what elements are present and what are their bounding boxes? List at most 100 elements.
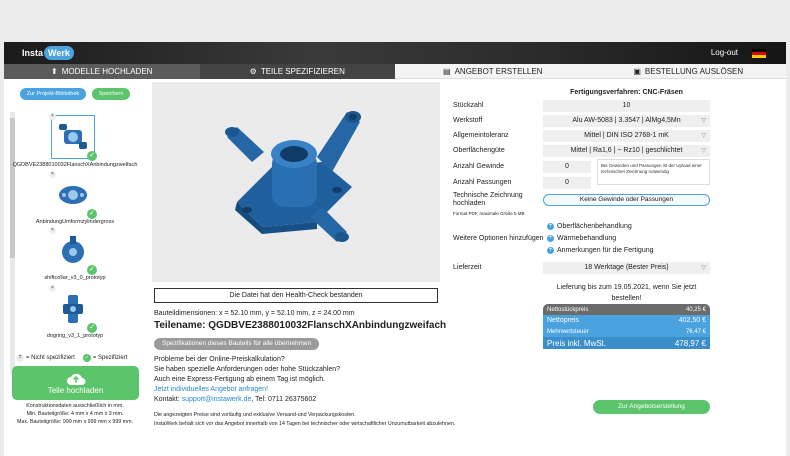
option-label: Anmerkungen für die Fertigung (557, 247, 654, 254)
app-frame: Insta Werk Log-out ⬆ MODELLE HOCHLADEN ⚙… (4, 42, 786, 456)
step-quote-label: ANGEBOT ERSTELLEN (454, 66, 543, 76)
specified-check-icon: ✓ (87, 323, 97, 333)
price-summary: Nettostückpreis 40,25 € Nettopreis 402,50 … (543, 304, 710, 349)
remove-part-icon[interactable]: × (49, 171, 56, 178)
disclaimer-2: InstaWerk behält sich vor das Angebot in… (154, 421, 456, 427)
specified-check-icon: ✓ (87, 265, 97, 275)
problem-text-3: Auch eine Express-Fertigung ab einem Tag… (154, 376, 326, 383)
chevron-down-icon: ▽ (701, 265, 706, 271)
individual-offer-link[interactable]: Jetzt individuelles Angebot anfragen! (154, 386, 268, 393)
support-email-link[interactable]: support@instawerk.de (182, 396, 252, 403)
plus-icon: + (547, 235, 554, 242)
step-order-label: BESTELLUNG AUSLÖSEN (644, 66, 744, 76)
price-value: 402,50 € (678, 317, 706, 324)
problem-text-2: Sie haben spezielle Anforderungen oder h… (154, 366, 341, 373)
upload-note-max: Max. Bauteilgröße: 999 mm x 999 mm x 999… (17, 419, 133, 425)
price-row-vat: Mehrwertsteuer 76,47 € (543, 326, 710, 337)
part-name-1[interactable]: QGDBVE2388010032FlanschXAnbindungzweifac… (4, 162, 146, 168)
option-manufacturing-notes[interactable]: + Anmerkungen für die Fertigung (547, 247, 654, 254)
surface-label: Oberflächengüte (453, 147, 505, 154)
remove-part-icon[interactable]: × (49, 227, 56, 234)
upload-note-units: Konstruktionsdaten ausschließlich in mm. (26, 403, 124, 409)
document-icon: ▤ (443, 66, 451, 76)
step-quote[interactable]: ▤ ANGEBOT ERSTELLEN (395, 64, 591, 79)
contact-phone: , Tel: 0711 26375602 (251, 396, 317, 403)
cloud-upload-icon (66, 373, 85, 385)
price-label: Mehrwertsteuer (547, 328, 589, 335)
threads-input[interactable]: 0 (543, 161, 591, 173)
upload-label: Teile hochladen (47, 385, 104, 395)
threads-label: Anzahl Gewinde (453, 163, 504, 170)
price-label: Preis inkl. MwSt. (547, 338, 607, 348)
legend-specified: = Spezifiziert (92, 355, 128, 361)
price-row-unit: Nettostückpreis 40,25 € (543, 304, 710, 315)
part-name-3[interactable]: shiftcollar_v3_0_prototyp (4, 275, 146, 281)
german-flag-icon[interactable] (752, 49, 766, 58)
step-navigation: ⬆ MODELLE HOCHLADEN ⚙ TEILE SPEZIFIZIERE… (4, 64, 786, 79)
option-heat-treatment[interactable]: + Wärmebehandlung (547, 235, 616, 242)
option-surface-treatment[interactable]: + Oberflächenbehandlung (547, 223, 632, 230)
logout-link[interactable]: Log-out (711, 48, 738, 57)
create-quote-button[interactable]: Zur Angebotserstellung (593, 400, 710, 414)
remove-part-icon[interactable]: × (49, 285, 56, 292)
part-name-4[interactable]: dogring_v3_1_prototyp (4, 333, 146, 339)
part-thumbnail-4[interactable]: × ✓ (49, 285, 97, 333)
remove-part-icon[interactable]: × (49, 113, 56, 120)
drawing-note: Format PDF, maximale Größe 5 MB (453, 211, 525, 216)
step-specify[interactable]: ⚙ TEILE SPEZIFIZIEREN (199, 64, 395, 79)
delivery-select[interactable]: 18 Werktage (Bester Preis) ▽ (543, 262, 710, 274)
tolerance-select[interactable]: Mittel | DIN ISO 2768-1 mK ▽ (543, 130, 710, 142)
material-select[interactable]: Alu AW-5083 | 3.3547 | AlMg4,5Mn ▽ (543, 115, 710, 127)
plus-icon: + (547, 247, 554, 254)
surface-select[interactable]: Mittel | Ra1,6 | ~ Rz10 | geschlichtet ▽ (543, 145, 710, 157)
chevron-down-icon: ▽ (701, 133, 706, 139)
disclaimer-1: Die angezeigten Preise sind vorläufig un… (154, 412, 356, 418)
logo-text-insta: Insta (22, 48, 44, 58)
scrollbar-thumb[interactable] (10, 118, 15, 258)
part-3d-render (225, 111, 361, 242)
option-label: Wärmebehandlung (557, 235, 617, 242)
drawing-label: Technische Zeichnung hochladen (453, 192, 523, 207)
specified-check-icon: ✓ (87, 151, 97, 161)
surface-value: Mittel | Ra1,6 | ~ Rz10 | geschlichtet (570, 147, 683, 154)
tolerance-value: Mittel | DIN ISO 2768-1 mK (584, 132, 669, 139)
part-title: Teilename: QGDBVE2388010032FlanschXAnbin… (154, 320, 447, 331)
price-label: Nettostückpreis (547, 306, 589, 313)
fits-input[interactable]: 0 (543, 177, 591, 189)
part-thumbnail-1[interactable]: × ✓ (49, 113, 97, 161)
parts-sidebar: Zur Projekt-Bibliothek Speichern × ✓ QGD… (4, 82, 146, 456)
material-value: Alu AW-5083 | 3.3547 | AlMg4,5Mn (572, 117, 681, 124)
apply-to-all-button[interactable]: Spezifikationen dieses Bauteils für alle… (154, 338, 320, 350)
part-thumbnail-3[interactable]: × ✓ (49, 227, 97, 275)
price-row-gross: Preis inkl. MwSt. 478,97 € (543, 337, 710, 349)
drawing-upload-button[interactable]: Keine Gewinde oder Passungen (543, 194, 710, 206)
upload-parts-button[interactable]: Teile hochladen (12, 366, 139, 400)
part-dimensions: Bauteildimensionen: x = 52.10 mm, y = 52… (154, 310, 355, 317)
project-library-button[interactable]: Zur Projekt-Bibliothek (20, 88, 86, 100)
threads-hint: Bei Gewinden und Passungen ist der Uploa… (597, 159, 710, 185)
step-upload[interactable]: ⬆ MODELLE HOCHLADEN (4, 64, 200, 79)
part-name-2[interactable]: AnbindungUmformzylindergross (4, 219, 146, 225)
quantity-input[interactable]: 10 (543, 100, 710, 112)
upload-note-min: Min. Bauteilgröße: 4 mm x 4 mm x 3 mm. (26, 411, 124, 417)
material-label: Werkstoff (453, 117, 483, 124)
tolerance-label: Allgemeintoleranz (453, 132, 509, 139)
step-specify-label: TEILE SPEZIFIZIEREN (260, 67, 345, 76)
logo-text-werk: Werk (44, 46, 74, 60)
step-order[interactable]: ▣ BESTELLUNG AUSLÖSEN (590, 64, 786, 79)
health-check-status: Die Datei hat den Health-Check bestanden (154, 288, 438, 303)
delivery-note: Lieferung bis zum 19.05.2021, wenn Sie j… (556, 284, 697, 302)
part-thumbnail-2[interactable]: × ✓ (49, 171, 97, 219)
instawerk-logo[interactable]: Insta Werk (22, 45, 74, 61)
problem-text-1: Probleme bei der Online-Preiskalkulation… (154, 356, 285, 363)
3d-model-viewer[interactable] (152, 82, 440, 282)
option-label: Oberflächenbehandlung (557, 223, 632, 230)
unspecified-question-icon: ? (16, 354, 24, 362)
step-upload-label: MODELLE HOCHLADEN (61, 67, 153, 76)
price-value: 76,47 € (685, 328, 706, 335)
price-value: 478,97 € (674, 338, 706, 348)
contact-line: Kontakt: support@instawerk.de, Tel: 0711… (154, 396, 316, 403)
save-button[interactable]: Speichern (92, 88, 130, 100)
spec-legend: ? = Nicht spezifiziert ✓ = Spezifiziert (16, 354, 127, 362)
legend-unspecified: = Nicht spezifiziert (26, 355, 75, 361)
